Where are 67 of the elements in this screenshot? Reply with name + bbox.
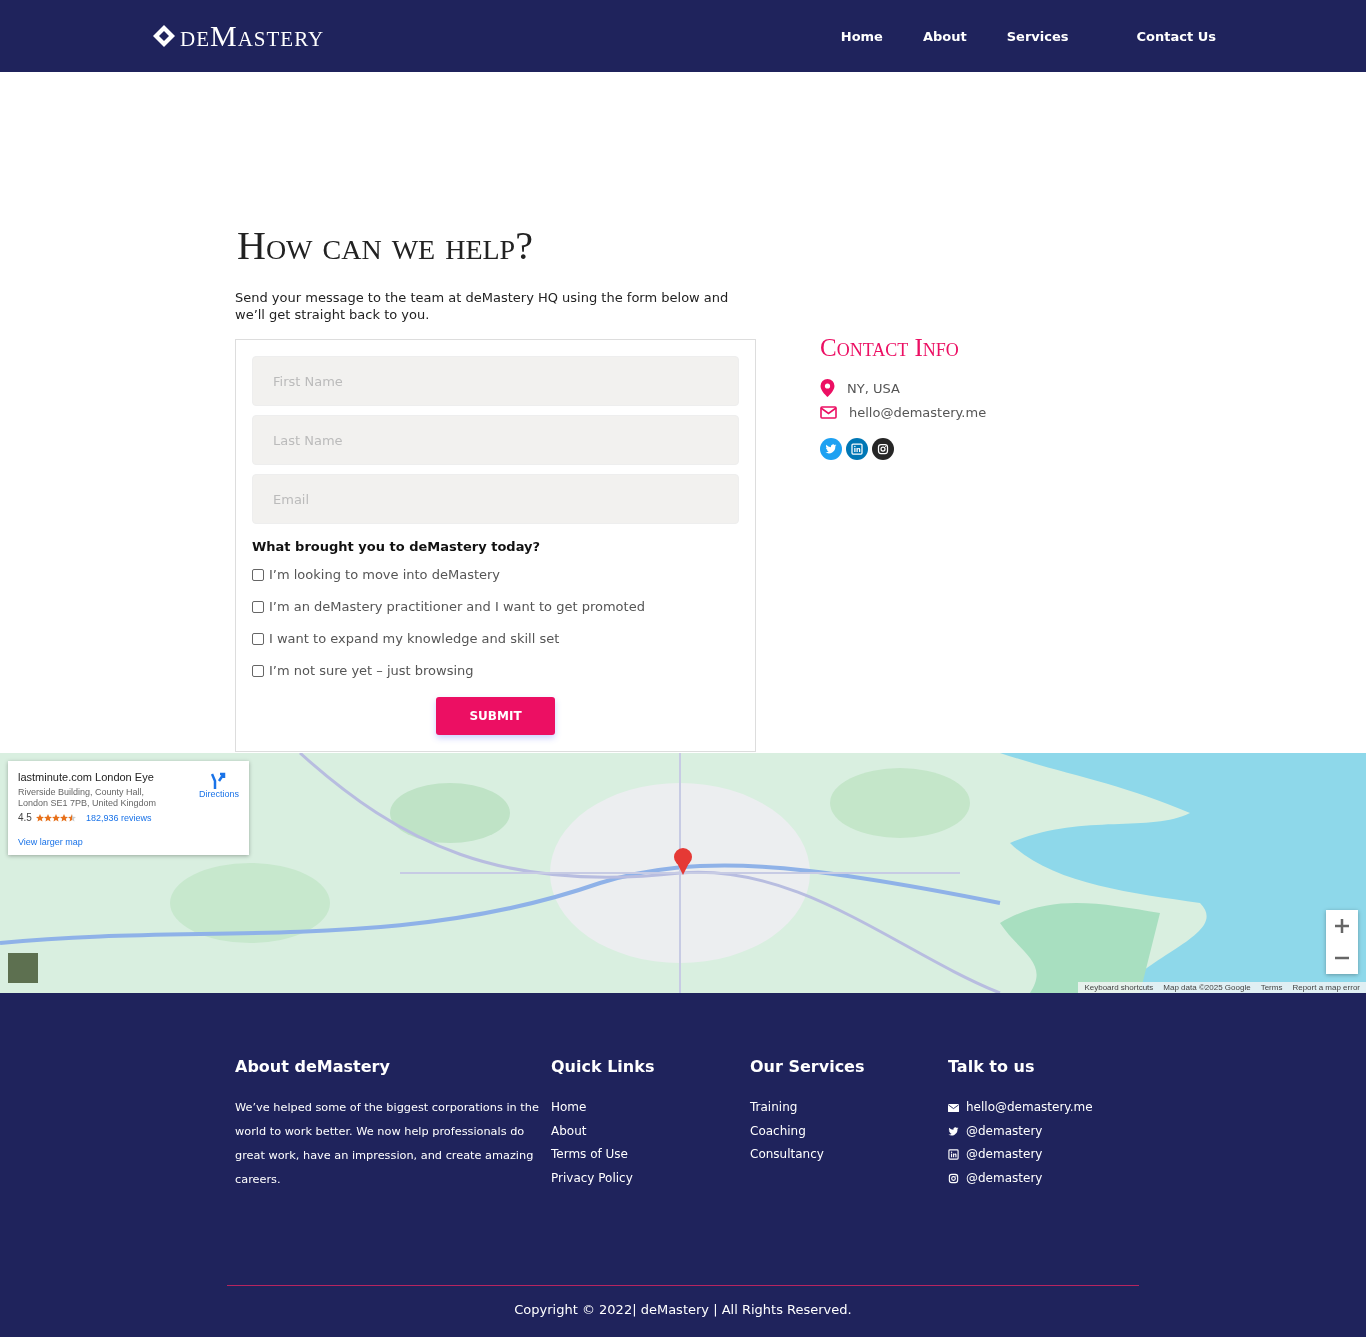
- checkbox[interactable]: [252, 600, 264, 613]
- linkedin-icon: [948, 1149, 959, 1161]
- contact-title: Contact Info: [820, 334, 960, 362]
- footer-link[interactable]: About: [551, 1119, 750, 1143]
- footer-link[interactable]: Training: [750, 1096, 948, 1120]
- star-icon: [43, 813, 52, 822]
- place-address: Riverside Building, County Hall, London SE1 7PB, United Kingdom: [18, 787, 158, 809]
- reviews-link[interactable]: 182,936 reviews: [85, 812, 152, 823]
- footer-link[interactable]: Consultancy: [750, 1143, 948, 1167]
- instagram-icon: [877, 443, 889, 455]
- nav-link[interactable]: About: [922, 28, 967, 44]
- footer-heading: About deMastery: [235, 1057, 391, 1076]
- footer-contact-link[interactable]: @demastery: [966, 1119, 1043, 1143]
- question-label: What brought you to deMastery today?: [252, 539, 542, 554]
- social-button[interactable]: [872, 438, 894, 460]
- footer-heading: Quick Links: [551, 1057, 656, 1076]
- option-label: I’m an deMastery practitioner and I want to get promoted: [269, 599, 645, 614]
- envelope-icon: [820, 405, 837, 419]
- copyright-text: Copyright © 2022| deMastery | All Rights Reserved.: [513, 1301, 853, 1317]
- footer-link[interactable]: Privacy Policy: [551, 1166, 750, 1190]
- intro-text: Send your message to the team at deMastery HQ using the form below and we’ll get straight back to you.: [235, 289, 730, 323]
- logo-text[interactable]: deMastery: [180, 19, 325, 53]
- plus-icon: [1335, 919, 1349, 933]
- star-icon: [35, 813, 44, 822]
- checkbox[interactable]: [252, 632, 264, 645]
- map-attribution-link[interactable]: Report a map error: [1292, 983, 1360, 992]
- contact-text: hello@demastery.me: [849, 404, 987, 420]
- twitter-icon: [825, 443, 837, 455]
- option-label: I want to expand my knowledge and skill set: [269, 631, 560, 646]
- zoom-in-button[interactable]: [1326, 910, 1358, 942]
- submit-button[interactable]: SUBMIT: [436, 697, 555, 735]
- fork-arrow-icon: [211, 771, 227, 789]
- rating-value: 4.5: [18, 812, 32, 823]
- map-attribution-link[interactable]: Keyboard shortcuts: [1084, 983, 1154, 992]
- map-attribution-link[interactable]: Map data ©2025 Google: [1163, 983, 1251, 992]
- about-text: We’ve helped some of the biggest corporations in the world to work better. We now help professionals do great work, have an impression, and create amazing careers.: [235, 1100, 540, 1188]
- nav-link[interactable]: Services: [1006, 28, 1069, 44]
- map-attribution-link[interactable]: Terms: [1260, 983, 1283, 992]
- location-pin-icon: [820, 379, 835, 397]
- place-title: lastminute.com London Eye: [18, 771, 155, 783]
- footer-link[interactable]: Terms of Use: [551, 1143, 750, 1167]
- twitter-icon: [948, 1125, 959, 1137]
- footer-link[interactable]: Home: [551, 1096, 750, 1120]
- option-label: I’m looking to move into deMastery: [269, 567, 501, 582]
- footer-link[interactable]: Coaching: [750, 1119, 948, 1143]
- footer-contact-link[interactable]: hello@demastery.me: [966, 1096, 1093, 1120]
- zoom-out-button[interactable]: [1326, 942, 1358, 974]
- footer-heading: Talk to us: [948, 1057, 1036, 1076]
- checkbox[interactable]: [252, 664, 264, 677]
- option-label: I’m not sure yet – just browsing: [269, 663, 474, 678]
- linkedin-icon: [851, 443, 863, 455]
- larger-map-link[interactable]: View larger map: [18, 837, 83, 847]
- diamond-logo-icon: [152, 24, 176, 48]
- checkbox[interactable]: [252, 568, 264, 581]
- nav-link[interactable]: Contact Us: [1136, 28, 1216, 44]
- footer-contact-link[interactable]: @demastery: [966, 1143, 1043, 1167]
- star-icon: [51, 813, 60, 822]
- envelope-icon: [948, 1103, 959, 1112]
- footer-contact-link[interactable]: @demastery: [966, 1166, 1043, 1190]
- nav-link[interactable]: Home: [840, 28, 883, 44]
- directions-link[interactable]: Directions: [199, 771, 239, 849]
- instagram-icon: [948, 1172, 959, 1184]
- contact-text: NY, USA: [847, 380, 900, 396]
- star-icon: [59, 813, 68, 822]
- star-icon: [67, 813, 76, 822]
- page-title: How can we help?: [237, 222, 534, 269]
- footer-heading: Our Services: [750, 1057, 866, 1076]
